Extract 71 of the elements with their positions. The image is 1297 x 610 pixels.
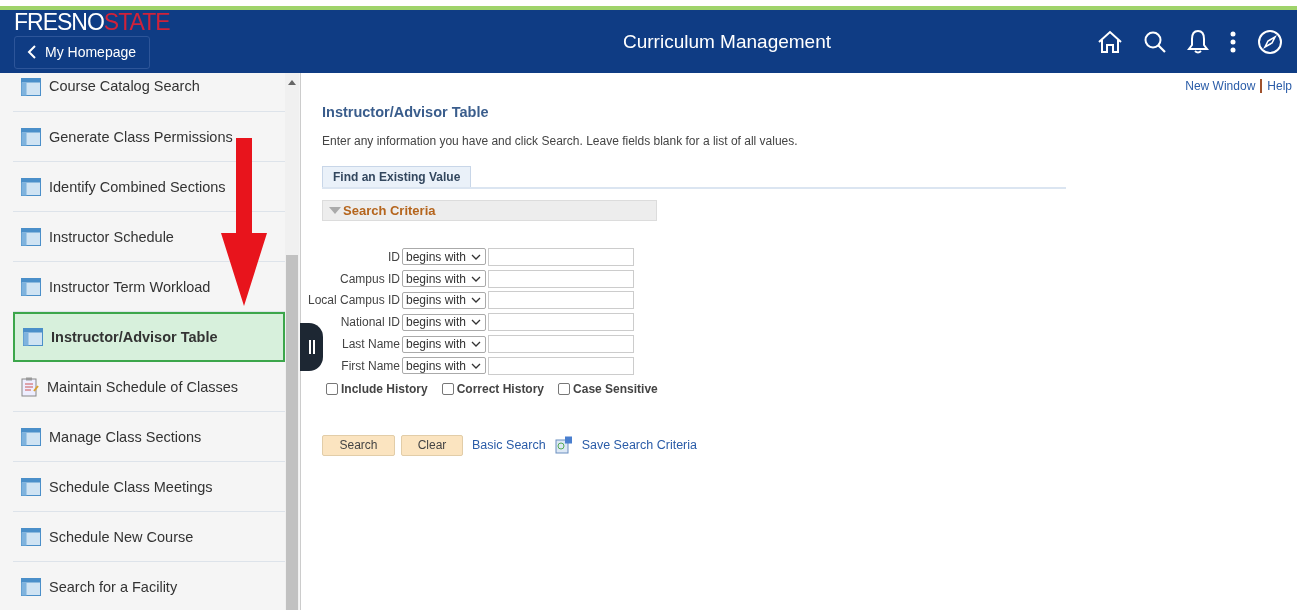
chevron-down-icon	[471, 253, 481, 260]
chevron-down-icon	[471, 341, 481, 348]
chevron-left-icon	[27, 45, 37, 59]
operator-dropdown[interactable]: begins with	[402, 357, 486, 375]
table-icon	[21, 477, 41, 496]
field-label: First Name	[340, 358, 401, 373]
checkbox[interactable]	[558, 382, 571, 395]
home-icon[interactable]	[1097, 29, 1123, 54]
form-title: Instructor/Advisor Table	[322, 104, 490, 120]
checkbox[interactable]	[441, 382, 454, 395]
field-label: National ID	[339, 315, 401, 330]
basic-search-link[interactable]: Basic Search	[472, 438, 546, 453]
table-icon	[23, 328, 43, 346]
chevron-down-icon	[471, 297, 481, 304]
action-button[interactable]: Clear	[401, 434, 463, 456]
scroll-up-icon[interactable]	[288, 79, 296, 85]
sidebar-item[interactable]: Schedule Class Meetings	[13, 462, 285, 512]
table-icon	[21, 427, 41, 446]
chevron-down-icon	[471, 362, 481, 369]
chevron-down-icon	[471, 319, 481, 326]
field-label: Campus ID	[338, 271, 401, 286]
input-field[interactable]	[488, 247, 634, 266]
input-field[interactable]	[488, 313, 634, 332]
operator-dropdown[interactable]: begins with	[402, 313, 486, 331]
operator-dropdown[interactable]: begins with	[402, 270, 486, 288]
table-icon	[21, 577, 41, 596]
scrollbar[interactable]	[285, 73, 299, 610]
checkbox-label: Correct History	[456, 381, 545, 396]
triangle-icon	[329, 206, 341, 215]
operator-dropdown[interactable]: begins with	[402, 248, 486, 266]
new-window-link[interactable]: New Window	[1185, 79, 1256, 93]
checkbox-label: Case Sensitive	[573, 381, 658, 396]
table-icon	[21, 527, 41, 546]
table-icon	[21, 78, 41, 96]
table-icon	[21, 227, 41, 246]
sidebar-item[interactable]: Course Catalog Search	[13, 73, 285, 112]
sidebar-item[interactable]: Schedule New Course	[13, 512, 285, 562]
action-button[interactable]: Search	[322, 434, 395, 456]
table-icon	[21, 127, 41, 146]
table-icon	[21, 277, 41, 296]
input-field[interactable]	[488, 269, 634, 288]
more-icon[interactable]	[1229, 29, 1237, 54]
instructions: Enter any information you have and click Search. Leave fields blank for a list of all values.	[322, 134, 799, 148]
table-icon	[21, 177, 41, 196]
sidebar-item[interactable]: Manage Class Sections	[13, 412, 285, 462]
save-search-link[interactable]: Save Search Criteria	[581, 438, 697, 453]
sidebar-item[interactable]: Instructor/Advisor Table	[13, 312, 285, 362]
input-field[interactable]	[488, 356, 634, 375]
operator-dropdown[interactable]: begins with	[402, 292, 486, 309]
logo: FRESNOSTATE	[14, 10, 171, 33]
checkbox[interactable]	[326, 382, 338, 395]
pane-handle[interactable]	[300, 323, 323, 371]
clipboard-icon	[21, 376, 39, 397]
checkbox-label: Include History	[341, 381, 428, 396]
help-link[interactable]: Help	[1267, 79, 1292, 93]
field-label: ID	[387, 249, 401, 264]
input-field[interactable]	[488, 291, 634, 310]
tab[interactable]: Find an Existing Value	[322, 166, 472, 187]
page-title: Curriculum Management	[622, 30, 832, 53]
section-header[interactable]: Search Criteria	[322, 200, 657, 221]
back-button[interactable]: My Homepage	[14, 35, 150, 69]
compass-icon[interactable]	[1257, 28, 1283, 55]
bell-icon[interactable]	[1187, 28, 1209, 55]
chevron-down-icon	[471, 275, 481, 282]
sidebar-item[interactable]: Maintain Schedule of Classes	[13, 362, 285, 412]
field-label: Local Campus ID	[306, 293, 401, 308]
operator-dropdown[interactable]: begins with	[402, 335, 486, 353]
save-search-icon[interactable]	[554, 436, 573, 455]
field-label: Last Name	[340, 337, 401, 352]
input-field[interactable]	[488, 335, 634, 354]
search-icon[interactable]	[1143, 29, 1167, 54]
